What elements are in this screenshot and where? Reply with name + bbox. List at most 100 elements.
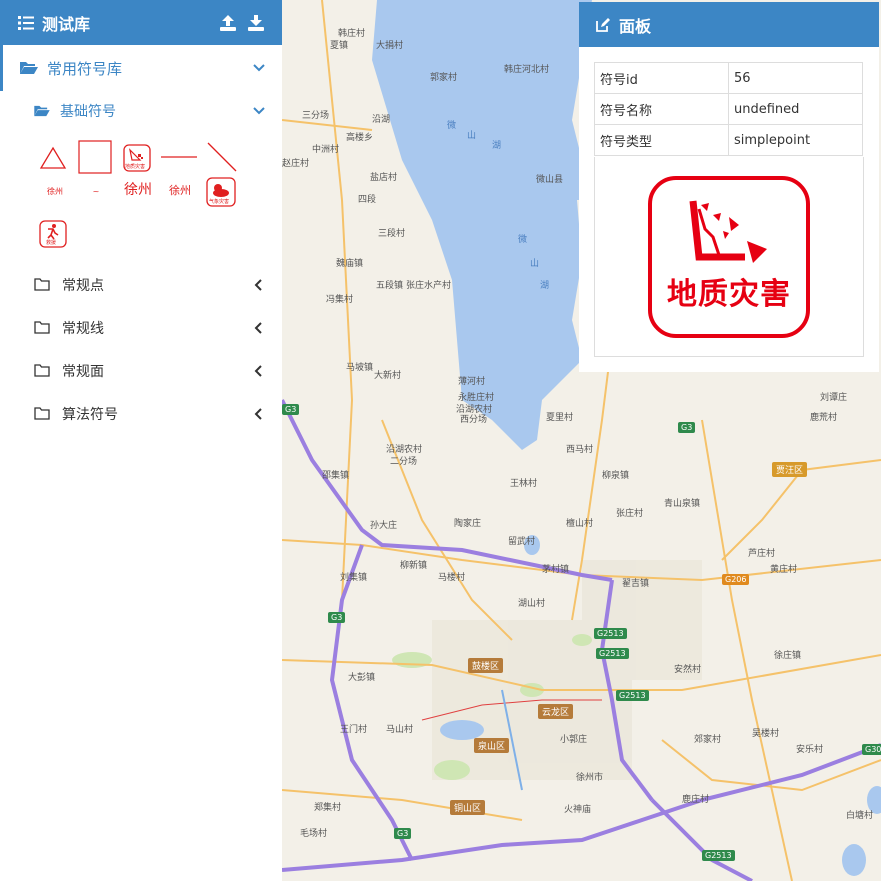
property-key: 符号名称 (594, 93, 729, 125)
chevron-left-icon[interactable] (252, 364, 266, 378)
tiny-symbol[interactable]: ~ (86, 183, 106, 199)
map-place-label: 张庄村 (616, 509, 644, 519)
category-label: 算法符号 (62, 406, 118, 423)
chevron-left-icon[interactable] (252, 407, 266, 421)
tiny-symbol-label: ~ (92, 186, 100, 196)
map-place-label: 夏镇 (330, 41, 349, 51)
chevron-left-icon[interactable] (252, 278, 266, 292)
map-place-label: 青山泉镇 (664, 499, 701, 509)
map-place-label: 四段 (358, 195, 377, 205)
map-place-label: 郊家村 (694, 735, 722, 745)
map-place-label: 火神庙 (564, 805, 592, 815)
category-label: 常规面 (62, 363, 104, 380)
map-place-label: 檀山村 (566, 519, 594, 529)
panel-title: 面板 (619, 16, 652, 36)
map-place-label: 小郭庄 (560, 735, 588, 745)
road-shield: G3 (282, 404, 300, 415)
lake-label: 山 (530, 259, 540, 269)
upload-icon[interactable] (218, 13, 238, 33)
road-shield: G30 (862, 744, 881, 755)
chevron-down-icon[interactable] (252, 61, 266, 75)
lake-label: 湖 (540, 281, 550, 291)
map-place-label: 柳新镇 (400, 561, 428, 571)
properties-table: 符号id 56 符号名称 undefined 符号类型 simplepoint (594, 62, 863, 156)
library-label: 常用符号库 (47, 59, 123, 78)
line-symbol[interactable] (160, 155, 198, 159)
lake-label: 山 (467, 131, 477, 141)
map-place-label: 微山县 (536, 175, 564, 185)
category-label: 常规线 (62, 320, 104, 337)
category-label: 常规点 (62, 277, 104, 294)
district-badge: 泉山区 (474, 738, 510, 753)
map-place-label: 二分场 (390, 457, 418, 467)
triangle-symbol[interactable] (38, 145, 68, 171)
square-symbol[interactable] (78, 140, 112, 174)
map-place-label: 孙大庄 (370, 521, 398, 531)
list-icon (16, 13, 36, 33)
properties-panel: 面板 符号id 56 符号名称 undefined 符号类型 simplepoi… (579, 2, 879, 372)
table-row: 符号类型 simplepoint (594, 124, 863, 156)
table-row: 符号id 56 (594, 62, 863, 94)
weather-caption: 气象灾害 (209, 199, 230, 205)
map-place-label: 郑集村 (314, 803, 342, 813)
group-item-basic[interactable]: 基础符号 (0, 91, 282, 131)
text-symbol-large[interactable]: 徐州 (118, 179, 158, 199)
map-place-label: 赵庄村 (282, 159, 310, 169)
road-shield: G2513 (594, 628, 627, 639)
map-place-label: 刘集镇 (340, 573, 368, 583)
geohazard-symbol[interactable]: 地质灾害 (122, 143, 152, 173)
lake-label: 微 (447, 121, 457, 131)
map-place-label: 毛场村 (300, 829, 328, 839)
diagonal-line-symbol[interactable] (206, 141, 238, 173)
map-place-label: 吴楼村 (752, 729, 780, 739)
map-place-label: 张庄水产村 (406, 281, 452, 291)
folder-icon (32, 361, 52, 381)
table-row: 符号名称 undefined (594, 93, 863, 125)
symbol-grid: 地质灾害 徐州 ~ 徐州 徐州 气象灾害 救援 (0, 131, 282, 263)
road-shield: G3 (394, 828, 412, 839)
map-place-label: 湖山村 (518, 599, 546, 609)
category-item-points[interactable]: 常规点 (0, 263, 282, 306)
map-place-label: 五段镇 (376, 281, 404, 291)
map-place-label: 柳泉镇 (602, 471, 630, 481)
chevron-left-icon[interactable] (252, 321, 266, 335)
district-badge: 贾汪区 (772, 462, 808, 477)
chevron-down-icon[interactable] (252, 104, 266, 118)
map-place-label: 冯集村 (326, 295, 354, 305)
panel-header: 面板 (579, 2, 879, 47)
map-place-label: 西分场 (460, 415, 488, 425)
category-item-algorithm[interactable]: 算法符号 (0, 392, 282, 435)
map-place-label: 韩庄河北村 (504, 65, 550, 75)
category-item-polygons[interactable]: 常规面 (0, 349, 282, 392)
map-place-label: 大新村 (374, 371, 402, 381)
weather-hazard-symbol[interactable]: 气象灾害 (206, 177, 236, 207)
sidebar-title: 测试库 (42, 14, 91, 34)
map-place-label: 茅村镇 (542, 565, 570, 575)
map-place-label: 薄河村 (458, 377, 486, 387)
text-symbol-medium[interactable]: 徐州 (162, 181, 198, 199)
map-place-label: 三分场 (302, 111, 330, 121)
symbol-library-sidebar: 测试库 常用符号库 基础符号 地质灾害 徐州 ~ 徐州 徐州 气象灾害 救援 常… (0, 0, 282, 881)
map-place-label: 马山村 (386, 725, 414, 735)
rescue-symbol[interactable]: 救援 (38, 219, 68, 249)
map-place-label: 徐庄镇 (774, 651, 802, 661)
map-place-label: 陶家庄 (454, 519, 482, 529)
map-place-label: 郭家村 (430, 73, 458, 83)
folder-icon (32, 275, 52, 295)
map-place-label: 大彭镇 (348, 673, 376, 683)
road-shield: G2513 (702, 850, 735, 861)
map-place-label: 安乐村 (796, 745, 824, 755)
map-place-label: 中洲村 (312, 145, 340, 155)
rescue-caption: 救援 (46, 240, 57, 246)
map-place-label: 王林村 (510, 479, 538, 489)
map-place-label: 安然村 (674, 665, 702, 675)
district-badge: 云龙区 (538, 704, 574, 719)
text-symbol-small[interactable]: 徐州 (40, 183, 70, 199)
road-shield: G2513 (596, 648, 629, 659)
map-place-label: 刘谭庄 (820, 393, 848, 403)
library-item-common[interactable]: 常用符号库 (0, 45, 282, 91)
district-badge: 铜山区 (450, 800, 486, 815)
category-item-lines[interactable]: 常规线 (0, 306, 282, 349)
property-value: simplepoint (728, 124, 863, 156)
download-icon[interactable] (246, 13, 266, 33)
